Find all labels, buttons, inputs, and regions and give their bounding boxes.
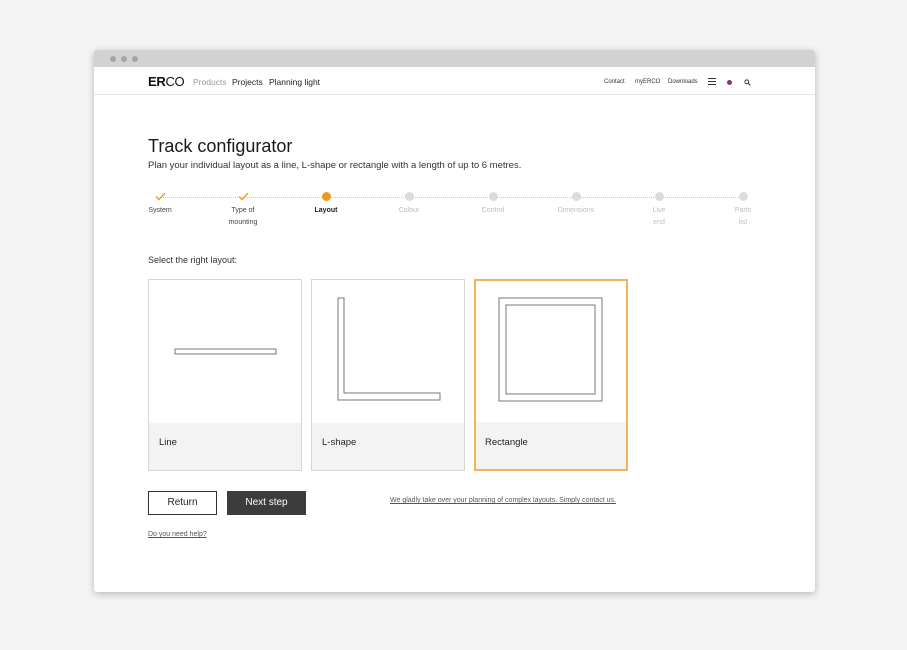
layout-option-rectangle[interactable]: Rectangle <box>474 279 628 471</box>
window-minimize-dot[interactable] <box>121 56 127 62</box>
search-icon[interactable] <box>744 79 751 86</box>
step-dot-icon <box>654 192 664 201</box>
page-title: Track configurator <box>148 136 293 156</box>
step-label: Control <box>481 207 505 214</box>
step-label: Dimensions <box>557 207 595 214</box>
layout-option-label: Rectangle <box>485 437 528 448</box>
step-control: Control <box>458 192 528 217</box>
nav-planning-light[interactable]: Planning light <box>269 77 320 87</box>
window-close-dot[interactable] <box>110 56 116 62</box>
layout-option-l-shape[interactable]: L-shape <box>311 279 465 471</box>
check-icon <box>238 192 248 201</box>
step-label: Type of mounting <box>228 207 258 226</box>
step-parts-list: Parts list <box>708 192 778 229</box>
nav-myerco[interactable]: myERCO <box>635 79 660 85</box>
help-link[interactable]: Do you need help? <box>148 531 207 538</box>
step-dot-icon <box>571 192 581 201</box>
step-dot-icon <box>488 192 498 201</box>
layout-option-label: Line <box>159 437 177 448</box>
select-layout-label: Select the right layout: <box>148 255 238 265</box>
layout-option-label: L-shape <box>322 437 357 448</box>
step-label: Parts list <box>734 207 752 226</box>
nav-projects[interactable]: Projects <box>232 77 263 87</box>
page-subtitle: Plan your individual layout as a line, L… <box>148 160 522 171</box>
browser-window: ERCO Products Projects Planning light Co… <box>94 50 815 592</box>
next-step-button[interactable]: Next step <box>227 491 306 515</box>
active-step-dot-icon <box>321 192 331 201</box>
layout-option-line[interactable]: Line <box>148 279 302 471</box>
step-label: Colour <box>398 207 420 214</box>
nav-contact[interactable]: Contact <box>604 79 625 85</box>
window-titlebar <box>94 50 815 67</box>
step-dimensions: Dimensions <box>541 192 611 217</box>
nav-products[interactable]: Products <box>193 77 227 87</box>
step-live-end: Live end <box>624 192 694 229</box>
language-flag-icon[interactable] <box>727 80 732 85</box>
logo-thin: CO <box>165 74 185 89</box>
window-maximize-dot[interactable] <box>132 56 138 62</box>
rectangle-layout-icon <box>498 297 603 402</box>
step-dot-icon <box>738 192 748 201</box>
step-system[interactable]: System <box>125 192 195 217</box>
erco-logo[interactable]: ERCO <box>148 74 185 89</box>
step-label: System <box>148 207 172 214</box>
return-button[interactable]: Return <box>148 491 217 515</box>
step-type-of-mounting[interactable]: Type of mounting <box>208 192 278 229</box>
check-icon <box>155 192 165 201</box>
step-layout[interactable]: Layout <box>291 192 361 217</box>
menu-icon[interactable] <box>708 78 716 85</box>
step-label: Live end <box>652 207 666 226</box>
step-colour: Colour <box>374 192 444 217</box>
step-label: Layout <box>314 207 338 214</box>
step-dot-icon <box>404 192 414 201</box>
line-layout-icon <box>174 348 277 355</box>
l-shape-layout-icon <box>337 297 441 401</box>
nav-downloads[interactable]: Downloads <box>668 79 698 85</box>
logo-bold: ER <box>148 74 166 89</box>
top-navigation: ERCO Products Projects Planning light Co… <box>94 67 815 95</box>
contact-planning-link[interactable]: We gladly take over your planning of com… <box>390 497 616 504</box>
